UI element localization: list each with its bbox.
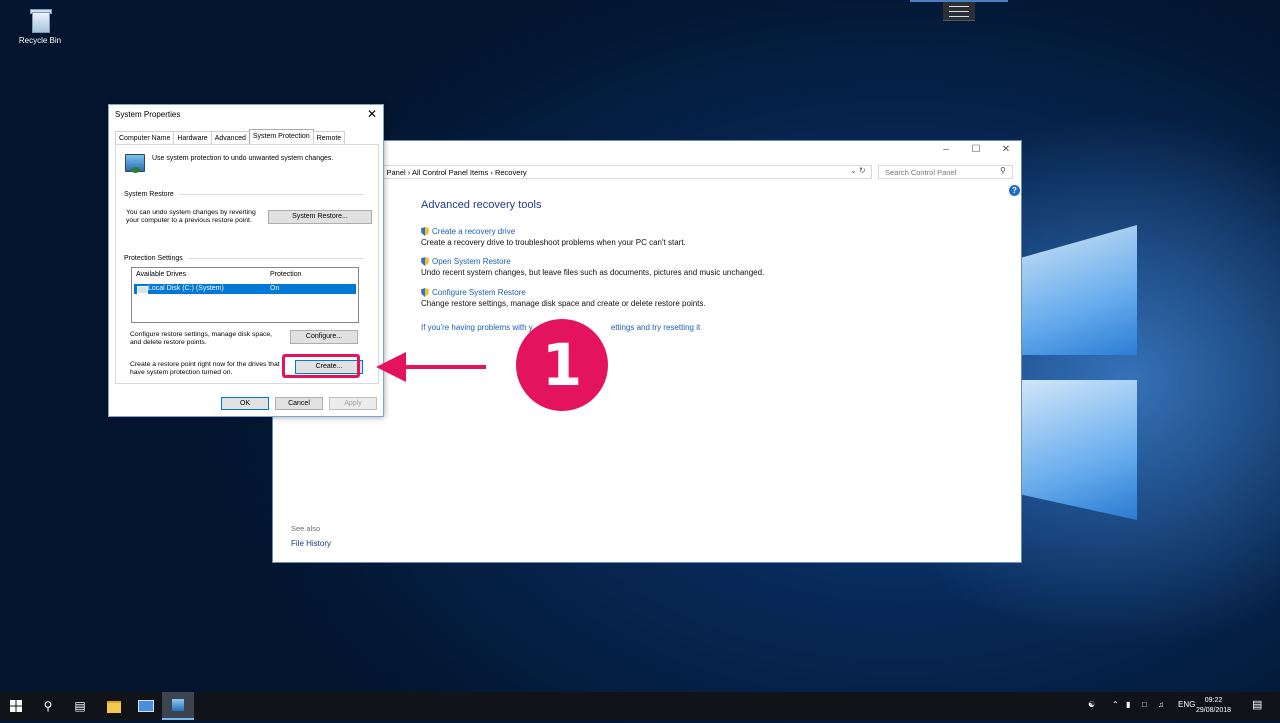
maximize-icon[interactable]: ☐ — [961, 141, 991, 159]
tool-description: Create a recovery drive to troubleshoot … — [421, 238, 686, 247]
search-icon[interactable]: ⚲ — [32, 692, 64, 720]
reset-pc-link-start[interactable]: If you're having problems with y — [421, 323, 533, 332]
notifications-icon[interactable]: ▤ — [1252, 698, 1262, 711]
system-restore-text-line: You can undo system changes by reverting — [126, 209, 256, 216]
system-protection-panel: Use system protection to undo unwanted s… — [115, 144, 379, 384]
help-icon[interactable]: ? — [1009, 185, 1020, 196]
configure-text-line: Configure restore settings, manage disk … — [130, 331, 273, 338]
system-restore-header: System Restore — [124, 191, 174, 198]
tab-computer-name[interactable]: Computer Name — [115, 131, 175, 145]
tab-advanced[interactable]: Advanced — [210, 131, 250, 145]
protection-settings-header: Protection Settings — [124, 255, 183, 262]
open-system-restore-link[interactable]: Open System Restore — [432, 257, 511, 266]
clock-date: 29/08/2018 — [1196, 707, 1232, 714]
recycle-bin-icon — [29, 6, 52, 33]
drives-list[interactable]: Available Drives Protection Local Disk (… — [131, 267, 359, 323]
clock[interactable]: 09:22 29/08/2018 — [1196, 696, 1231, 716]
address-bar[interactable]: trol Panel › All Control Panel Items › R… — [369, 165, 872, 179]
tool-description: Undo recent system changes, but leave fi… — [421, 268, 765, 277]
intro-text: Use system protection to undo unwanted s… — [152, 155, 334, 162]
uac-shield-icon — [421, 288, 429, 297]
language-indicator[interactable]: ENG — [1178, 700, 1195, 709]
tab-hardware[interactable]: Hardware — [173, 131, 212, 145]
cancel-button[interactable]: Cancel — [275, 397, 323, 410]
tool-configure-system-restore: Configure System Restore Change restore … — [421, 288, 706, 308]
uac-shield-icon — [421, 227, 429, 236]
show-hidden-icons-icon[interactable]: ⌃ — [1112, 700, 1119, 709]
close-icon[interactable]: ✕ — [991, 141, 1021, 159]
apply-button[interactable]: Apply — [329, 397, 377, 410]
window-caption-buttons: – ☐ ✕ — [931, 141, 1021, 159]
menu-icon[interactable] — [943, 2, 975, 21]
file-history-link[interactable]: File History — [291, 539, 331, 548]
desktop-light-pane — [1022, 225, 1137, 355]
system-protection-icon — [125, 154, 145, 173]
system-restore-group-header: System Restore — [124, 191, 364, 198]
reset-pc-link-end[interactable]: ettings and try resetting it — [611, 323, 700, 332]
configure-text: Configure restore settings, manage disk … — [130, 331, 272, 347]
page-title: Advanced recovery tools — [421, 199, 542, 211]
close-icon[interactable]: ✕ — [367, 107, 377, 121]
control-panel-taskbar-icon[interactable] — [130, 692, 162, 720]
tool-open-system-restore: Open System Restore Undo recent system c… — [421, 257, 764, 277]
create-recovery-drive-link[interactable]: Create a recovery drive — [432, 227, 515, 236]
people-icon[interactable]: ☯ — [1088, 700, 1095, 709]
system-restore-button[interactable]: System Restore... — [268, 210, 372, 224]
configure-text-line: and delete restore points. — [130, 339, 207, 346]
system-properties-taskbar-icon[interactable] — [162, 692, 194, 720]
create-text: Create a restore point right now for the… — [130, 361, 280, 377]
tool-description: Change restore settings, manage disk spa… — [421, 299, 706, 308]
configure-button[interactable]: Configure... — [290, 330, 358, 344]
clock-time: 09:22 — [1204, 697, 1223, 704]
minimize-icon[interactable]: – — [931, 141, 961, 159]
network-icon[interactable]: □ — [1142, 700, 1147, 709]
dialog-title: System Properties — [115, 110, 181, 119]
drives-list-header: Available Drives Protection — [132, 268, 358, 282]
battery-icon[interactable]: ▮ — [1126, 700, 1130, 709]
tab-system-protection[interactable]: System Protection — [248, 129, 314, 145]
column-available-drives[interactable]: Available Drives — [136, 271, 186, 278]
see-also-label: See also — [291, 524, 321, 533]
recycle-bin-label: Recycle Bin — [18, 36, 62, 45]
pointer-arrow-icon — [376, 352, 486, 382]
address-dropdown-icon[interactable]: ⌄ ↻ — [850, 166, 866, 175]
tool-create-recovery-drive: Create a recovery drive Create a recover… — [421, 227, 686, 247]
desktop-light-pane — [1022, 380, 1137, 520]
windows-logo-icon — [10, 700, 22, 712]
task-view-icon[interactable]: ▤ — [64, 692, 96, 720]
system-restore-text: You can undo system changes by reverting… — [126, 209, 256, 225]
column-protection[interactable]: Protection — [270, 271, 302, 278]
drive-protection: On — [270, 285, 280, 292]
search-icon[interactable]: ⚲ — [1000, 166, 1006, 175]
protection-settings-group-header: Protection Settings — [124, 255, 364, 262]
recycle-bin-shortcut[interactable]: Recycle Bin — [14, 6, 66, 45]
uac-shield-icon — [421, 257, 429, 266]
taskbar: ⚲ ▤ ☯ ⌃ ▮ □ ♫ ENG 09:22 29/08/2018 ▤ — [0, 692, 1280, 720]
volume-icon[interactable]: ♫ — [1158, 700, 1164, 709]
create-button-highlight — [282, 354, 360, 378]
create-text-line: Create a restore point right now for the… — [130, 361, 280, 368]
configure-system-restore-link[interactable]: Configure System Restore — [432, 288, 526, 297]
step-number-badge: 1 — [516, 319, 608, 411]
create-text-line: have system protection turned on. — [130, 369, 233, 376]
drive-name: Local Disk (C:) (System) — [148, 285, 224, 292]
tab-strip: Computer Name Hardware Advanced System P… — [115, 129, 346, 145]
file-explorer-icon[interactable] — [98, 692, 130, 720]
drive-icon — [137, 286, 148, 294]
breadcrumb-all-items[interactable]: All Control Panel Items — [412, 168, 488, 177]
tab-remote[interactable]: Remote — [312, 131, 346, 145]
system-restore-text-line: your computer to a previous restore poin… — [126, 217, 252, 224]
ok-button[interactable]: OK — [221, 397, 269, 410]
start-button[interactable] — [0, 692, 32, 720]
breadcrumb-recovery[interactable]: Recovery — [495, 168, 527, 177]
table-row[interactable]: Local Disk (C:) (System) On — [134, 284, 356, 294]
search-input[interactable]: Search Control Panel — [878, 165, 1013, 179]
